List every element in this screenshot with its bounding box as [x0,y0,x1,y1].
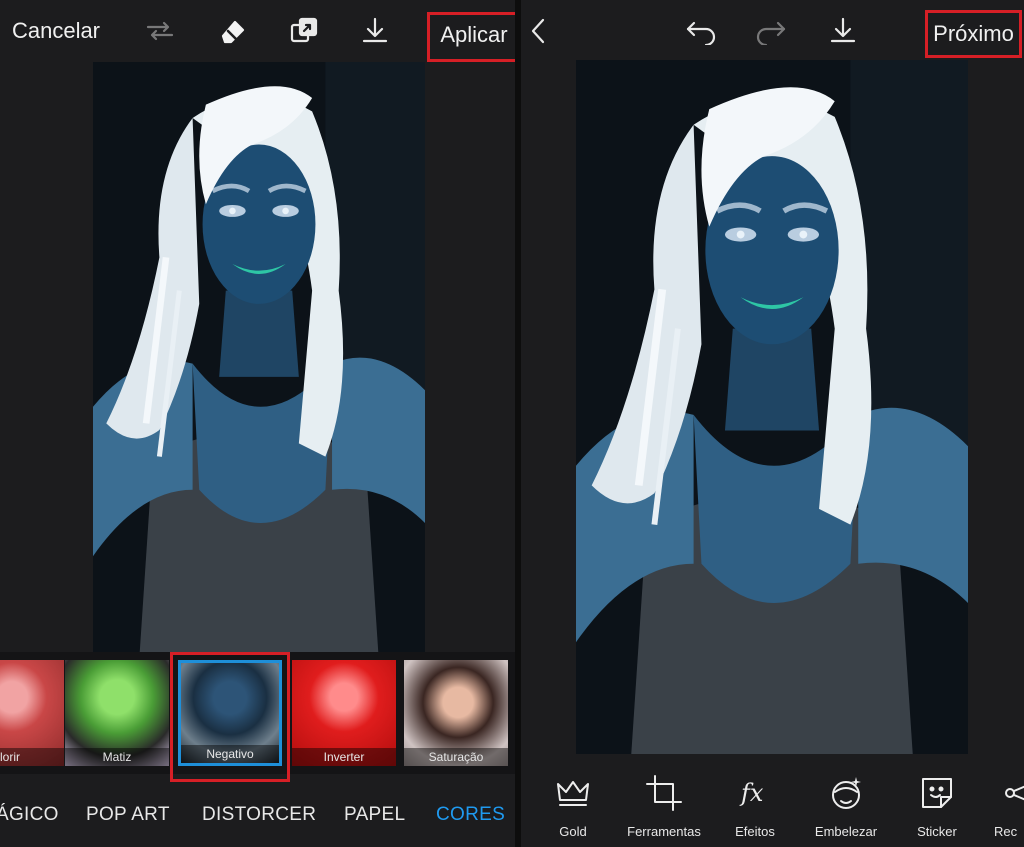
filter-editor-panel: Cancelar Aplicar lorir Matiz Negativo In… [0,0,515,847]
filter-thumb-matiz[interactable]: Matiz [65,660,169,766]
crop-icon [646,775,682,811]
tool-gold[interactable]: Gold [533,774,613,839]
tab-cores[interactable]: CORES [436,804,505,826]
scissors-icon [1005,785,1024,801]
apply-button[interactable]: Aplicar [427,12,515,62]
editor-panel: Próximo Gold Ferramentas fx Efeitos Embe… [521,0,1024,847]
svg-text:fx: fx [739,779,764,807]
tool-label: Gold [559,824,587,839]
download-icon[interactable] [355,0,395,62]
sticker-icon [922,778,952,808]
filter-editor-toolbar: Cancelar Aplicar [0,0,515,62]
download-icon[interactable] [823,0,863,62]
back-chevron-icon[interactable] [523,0,553,62]
tab-pop-art[interactable]: POP ART [86,804,170,826]
filter-label: Matiz [65,748,169,766]
filter-label: Saturação [404,748,508,766]
filter-label: Negativo [181,745,279,763]
filter-thumb-inverter[interactable]: Inverter [292,660,396,766]
tool-recortar[interactable]: Rec [988,774,1024,839]
crown-icon [557,781,589,806]
photo-canvas [576,60,968,754]
tool-bar: Gold Ferramentas fx Efeitos Embelezar St… [521,760,1024,847]
face-sparkle-icon [832,777,861,809]
tab-magico[interactable]: ÁGICO [0,804,59,826]
fx-icon: fx [739,779,764,807]
tool-label: Embelezar [814,824,878,839]
editor-toolbar: Próximo [521,0,1024,62]
next-button[interactable]: Próximo [925,10,1022,58]
tab-distorcer[interactable]: DISTORCER [202,804,316,826]
eraser-icon[interactable] [212,0,252,62]
tool-sticker[interactable]: Sticker [897,774,977,839]
undo-icon[interactable] [681,0,721,62]
filter-strip: lorir Matiz Negativo Inverter Saturação [0,652,515,782]
filter-category-tabs: ÁGICO POP ART DISTORCER PAPEL CORES [0,782,515,847]
compare-icon[interactable] [284,0,324,62]
filter-label: lorir [0,748,64,766]
tool-efeitos[interactable]: fx Efeitos [715,774,795,839]
tool-embelezar[interactable]: Embelezar [806,774,886,839]
tool-label: Ferramentas [627,824,701,839]
tool-label: Sticker [917,824,957,839]
filter-label: Inverter [292,748,396,766]
tab-papel[interactable]: PAPEL [344,804,405,826]
filter-thumb-saturacao[interactable]: Saturação [404,660,508,766]
photo-preview [93,62,425,652]
tool-label: Rec [994,824,1018,839]
redo-icon[interactable] [751,0,791,62]
swap-icon[interactable] [140,0,180,62]
tool-ferramentas[interactable]: Ferramentas [624,774,704,839]
tool-label: Efeitos [735,824,775,839]
filter-thumb-negativo[interactable]: Negativo [178,660,282,766]
filter-thumb-colorir[interactable]: lorir [0,660,64,766]
cancel-button[interactable]: Cancelar [10,0,102,62]
